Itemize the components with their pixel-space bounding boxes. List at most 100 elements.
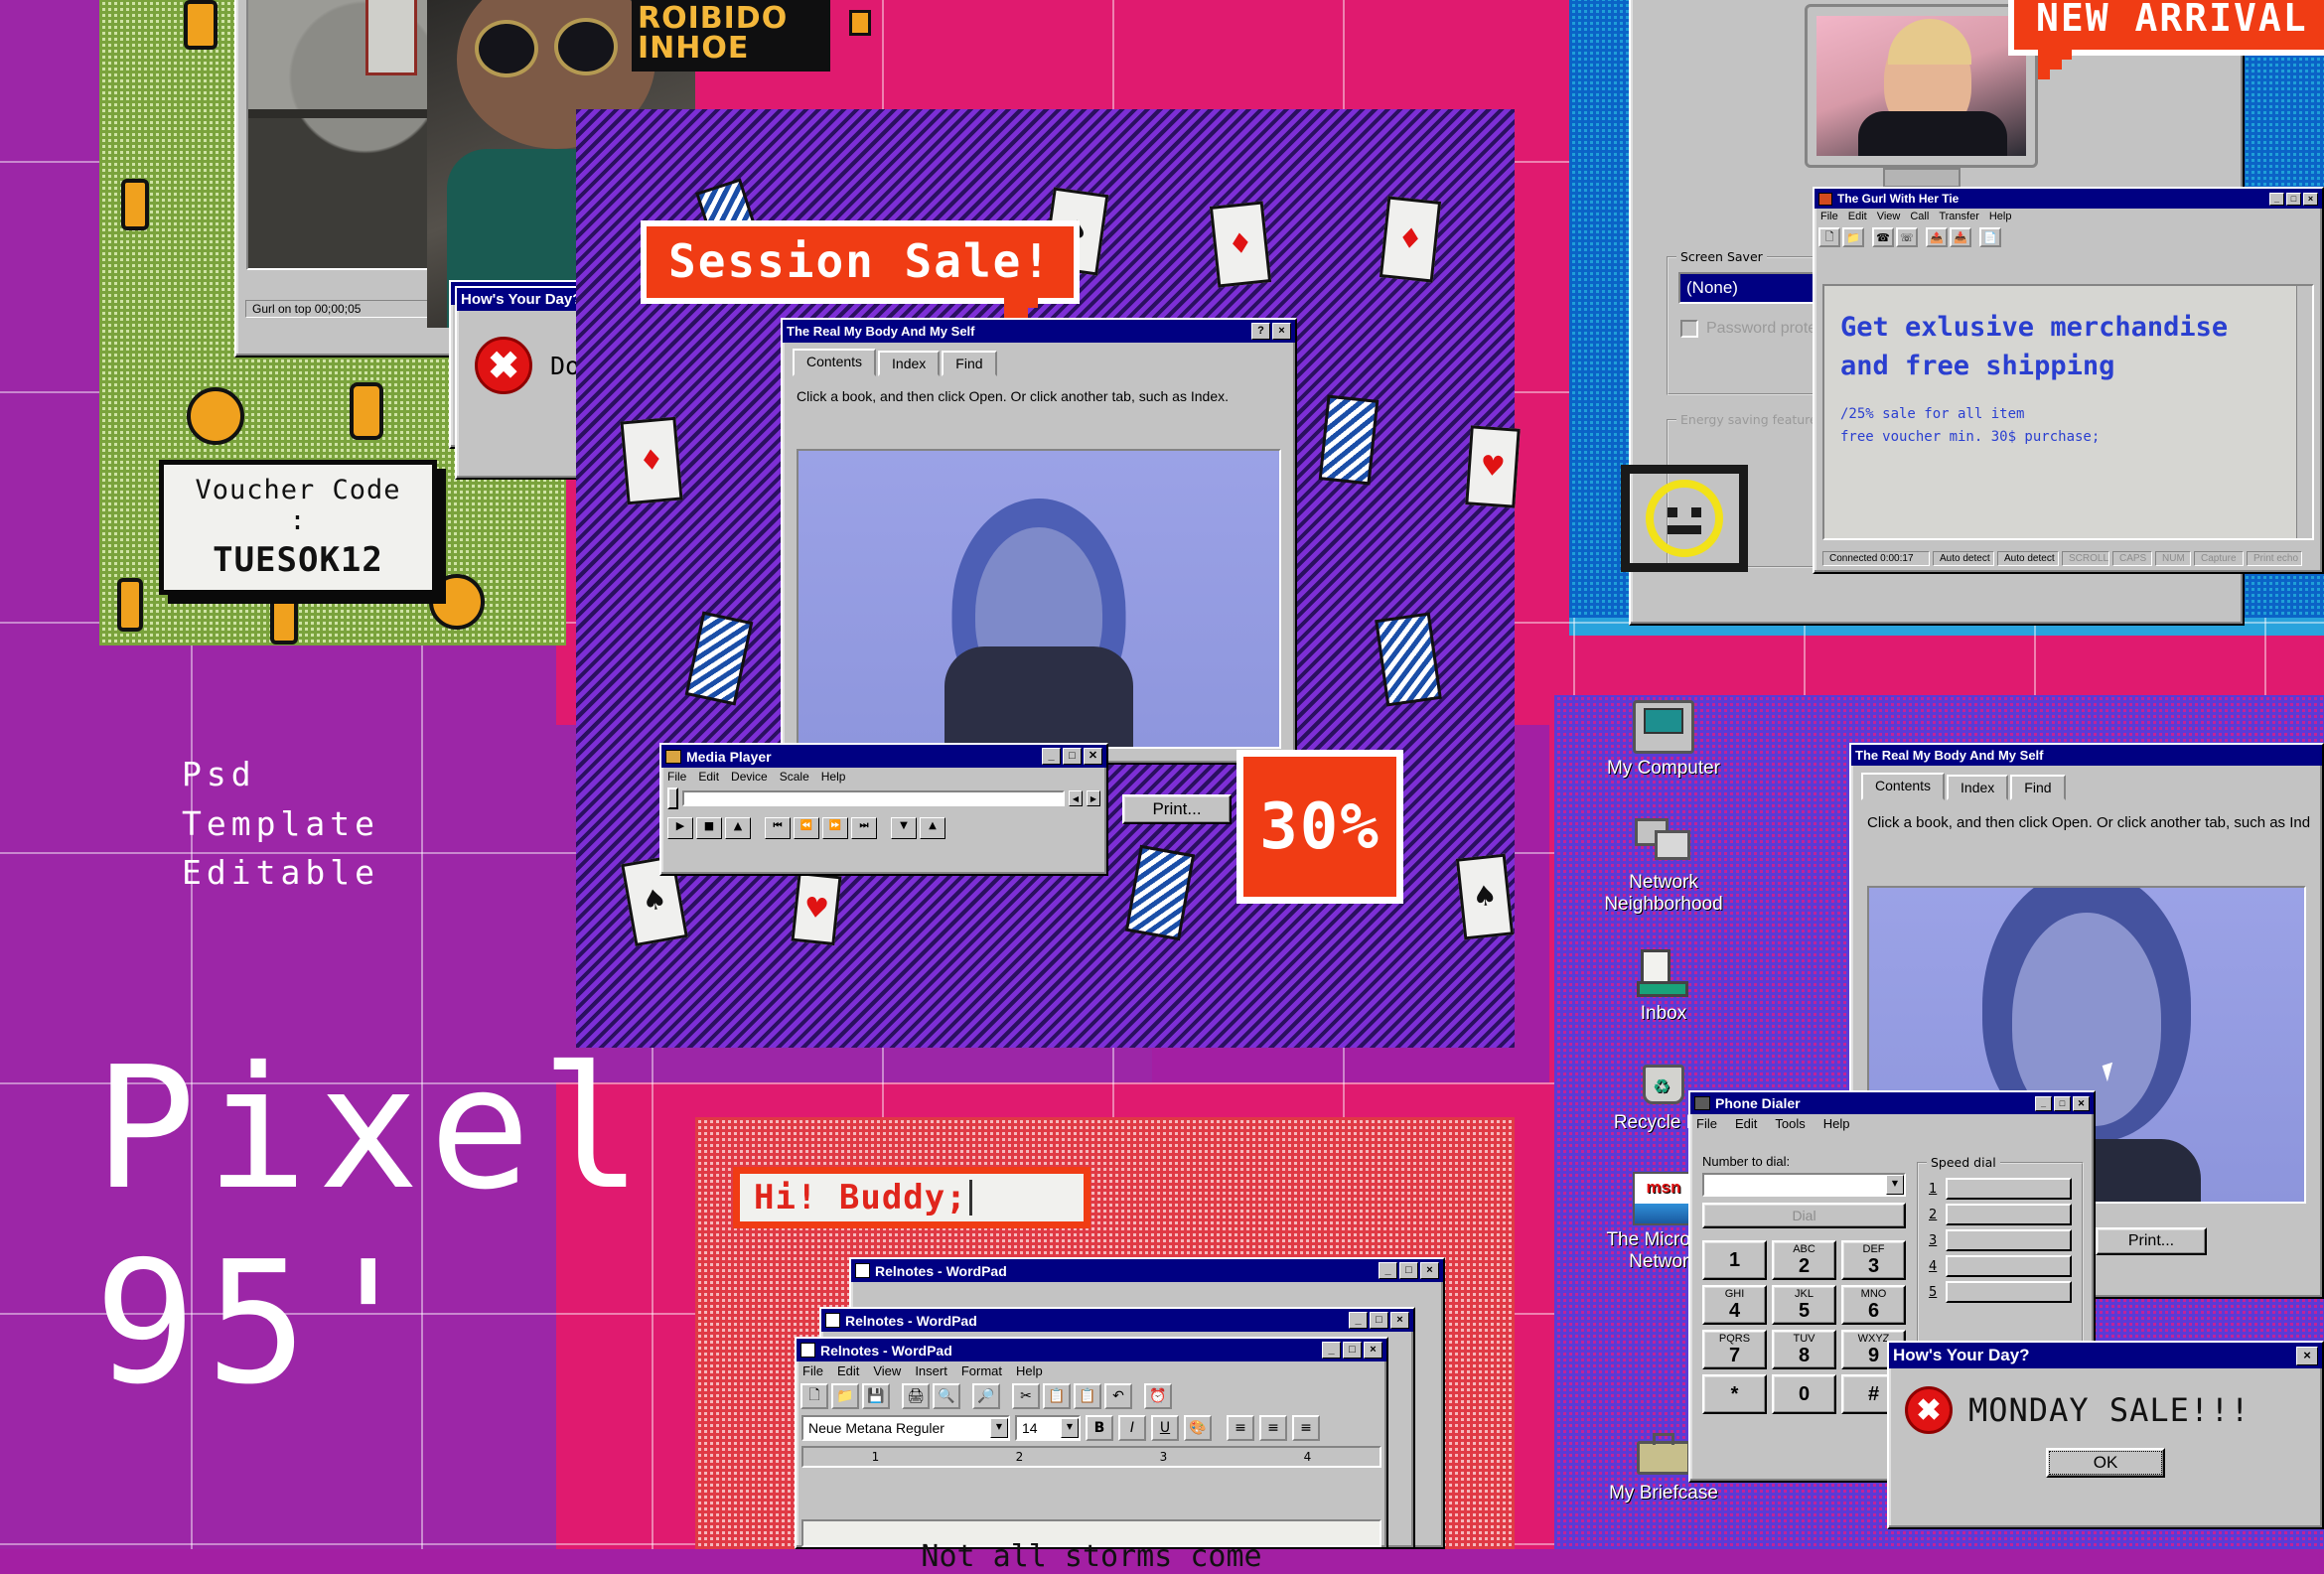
speed-dial-row[interactable]: 2: [1929, 1204, 2072, 1225]
skip-forward-button[interactable]: ⏭: [851, 817, 877, 839]
keypad-8[interactable]: TUV 8: [1772, 1330, 1836, 1369]
call-icon[interactable]: ☎: [1872, 227, 1894, 247]
menu-view[interactable]: View: [873, 1363, 901, 1378]
menu-file[interactable]: File: [1820, 211, 1838, 222]
wordpad-document[interactable]: Not all storms come: [801, 1519, 1381, 1574]
tab-contents[interactable]: Contents: [793, 349, 877, 376]
maximize-button[interactable]: □: [1370, 1312, 1388, 1329]
speed-dial-row[interactable]: 5: [1929, 1281, 2072, 1303]
close-button[interactable]: ×: [1420, 1262, 1439, 1279]
align-center-button[interactable]: ≡: [1259, 1415, 1287, 1441]
ok-button[interactable]: OK: [2046, 1448, 2165, 1478]
keypad-star[interactable]: *: [1702, 1374, 1767, 1414]
bold-button[interactable]: B: [1086, 1415, 1113, 1441]
print-preview-icon[interactable]: 🔍: [933, 1383, 960, 1409]
chevron-down-icon[interactable]: ▼: [990, 1418, 1008, 1438]
close-button[interactable]: ×: [1390, 1312, 1409, 1329]
hyperterminal-menubar[interactable]: File Edit View Call Transfer Help: [1815, 209, 2322, 224]
tab-find[interactable]: Find: [2010, 775, 2066, 800]
menu-edit[interactable]: Edit: [837, 1363, 859, 1378]
keypad-3[interactable]: DEF 3: [1841, 1240, 1906, 1280]
chevron-down-icon[interactable]: ▼: [1886, 1175, 1904, 1195]
menu-tools[interactable]: Tools: [1775, 1116, 1805, 1131]
skip-back-button[interactable]: ⏮: [765, 817, 791, 839]
desktop-icon-my-computer[interactable]: My Computer: [1589, 700, 1738, 780]
keypad-4[interactable]: GHI 4: [1702, 1285, 1767, 1325]
media-player-window[interactable]: Media Player _ □ ✕ File Edit Device Scal…: [659, 743, 1108, 876]
titlebar-buttons[interactable]: ×: [2296, 1346, 2318, 1365]
minimize-button[interactable]: _: [2035, 1095, 2052, 1111]
menu-format[interactable]: Format: [961, 1363, 1002, 1378]
hyperterminal-toolbar[interactable]: 🗋 📁 ☎ ☏ 📤 📥 📄: [1815, 224, 2322, 250]
number-to-dial-input[interactable]: ▼: [1702, 1173, 1906, 1197]
menu-edit[interactable]: Edit: [698, 770, 719, 784]
titlebar[interactable]: The Gurl With Her Tie _ □ ×: [1815, 189, 2322, 209]
undo-icon[interactable]: ↶: [1104, 1383, 1132, 1409]
disconnect-icon[interactable]: ☏: [1896, 227, 1918, 247]
titlebar-buttons[interactable]: _ □ ×: [1349, 1312, 1409, 1329]
help-window-center[interactable]: The Real My Body And My Self ? × Content…: [781, 318, 1297, 765]
close-button[interactable]: ✕: [1084, 748, 1102, 765]
menu-insert[interactable]: Insert: [915, 1363, 947, 1378]
close-button[interactable]: ×: [2296, 1346, 2318, 1365]
text-color-icon[interactable]: 🎨: [1184, 1415, 1212, 1441]
underline-button[interactable]: U: [1151, 1415, 1179, 1441]
stop-button[interactable]: ■: [696, 817, 722, 839]
date-time-icon[interactable]: ⏰: [1144, 1383, 1172, 1409]
hyperterminal-window[interactable]: The Gurl With Her Tie _ □ × File Edit Vi…: [1813, 187, 2324, 574]
desktop-icon-network-neighborhood[interactable]: Network Neighborhood: [1589, 814, 1738, 916]
chevron-down-icon[interactable]: ▼: [1061, 1418, 1079, 1438]
titlebar[interactable]: Relnotes - WordPad _ □ ×: [797, 1339, 1386, 1361]
open-icon[interactable]: 📁: [831, 1383, 859, 1409]
new-connection-icon[interactable]: 🗋: [1818, 227, 1840, 247]
terminal-scrollbar[interactable]: [2296, 286, 2312, 538]
menu-transfer[interactable]: Transfer: [1939, 211, 1979, 222]
save-icon[interactable]: 💾: [862, 1383, 890, 1409]
titlebar[interactable]: The Real My Body And My Self ? ×: [783, 320, 1295, 343]
keypad-5[interactable]: JKL 5: [1772, 1285, 1836, 1325]
italic-button[interactable]: I: [1118, 1415, 1146, 1441]
minimize-button[interactable]: _: [1349, 1312, 1368, 1329]
scroll-right-button[interactable]: ▶: [1087, 790, 1100, 806]
keypad-6[interactable]: MNO 6: [1841, 1285, 1906, 1325]
keypad-2[interactable]: ABC 2: [1772, 1240, 1836, 1280]
mark-out-button[interactable]: ▲: [920, 817, 945, 839]
help-tabs[interactable]: Contents Index Find: [1851, 773, 2322, 800]
titlebar[interactable]: Media Player _ □ ✕: [661, 745, 1106, 768]
titlebar-buttons[interactable]: _ □ ✕: [2035, 1095, 2090, 1111]
play-button[interactable]: ▶: [667, 817, 693, 839]
menu-edit[interactable]: Edit: [1735, 1116, 1757, 1131]
align-left-button[interactable]: ≡: [1227, 1415, 1254, 1441]
align-right-button[interactable]: ≡: [1292, 1415, 1320, 1441]
maximize-button[interactable]: □: [1063, 748, 1082, 765]
menu-scale[interactable]: Scale: [780, 770, 809, 784]
terminal-area[interactable]: Get exlusive merchandise and free shippi…: [1822, 284, 2314, 540]
menu-edit[interactable]: Edit: [1848, 211, 1867, 222]
close-button[interactable]: ×: [1364, 1342, 1382, 1359]
menu-help[interactable]: Help: [1823, 1116, 1850, 1131]
seek-track[interactable]: [682, 790, 1065, 806]
send-icon[interactable]: 📤: [1926, 227, 1948, 247]
phone-dialer-menubar[interactable]: File Edit Tools Help: [1690, 1114, 2094, 1133]
print-button[interactable]: Print...: [2096, 1227, 2207, 1255]
menu-file[interactable]: File: [1696, 1116, 1717, 1131]
desktop-icon-inbox[interactable]: Inbox: [1589, 945, 1738, 1025]
menu-help[interactable]: Help: [821, 770, 846, 784]
menu-view[interactable]: View: [1877, 211, 1901, 222]
wordpad-toolbar[interactable]: 🗋 📁 💾 🖨 🔍 🔎 ✂ 📋 📋 ↶ ⏰: [797, 1380, 1386, 1412]
new-icon[interactable]: 🗋: [800, 1383, 828, 1409]
titlebar[interactable]: Phone Dialer _ □ ✕: [1690, 1092, 2094, 1114]
cut-icon[interactable]: ✂: [1012, 1383, 1040, 1409]
tab-find[interactable]: Find: [942, 351, 997, 376]
tab-index[interactable]: Index: [878, 351, 941, 376]
menu-device[interactable]: Device: [731, 770, 768, 784]
tab-contents[interactable]: Contents: [1861, 773, 1946, 800]
wordpad-window[interactable]: Relnotes - WordPad _ □ × File Edit View …: [795, 1337, 1388, 1574]
paste-icon[interactable]: 📋: [1074, 1383, 1101, 1409]
font-name-select[interactable]: Neue Metana Reguler ▼: [801, 1415, 1010, 1441]
titlebar[interactable]: How's Your Day? ×: [1889, 1343, 2322, 1368]
menu-file[interactable]: File: [667, 770, 686, 784]
scroll-left-button[interactable]: ◀: [1069, 790, 1083, 806]
maximize-button[interactable]: □: [1399, 1262, 1418, 1279]
menu-help[interactable]: Help: [1989, 211, 2012, 222]
